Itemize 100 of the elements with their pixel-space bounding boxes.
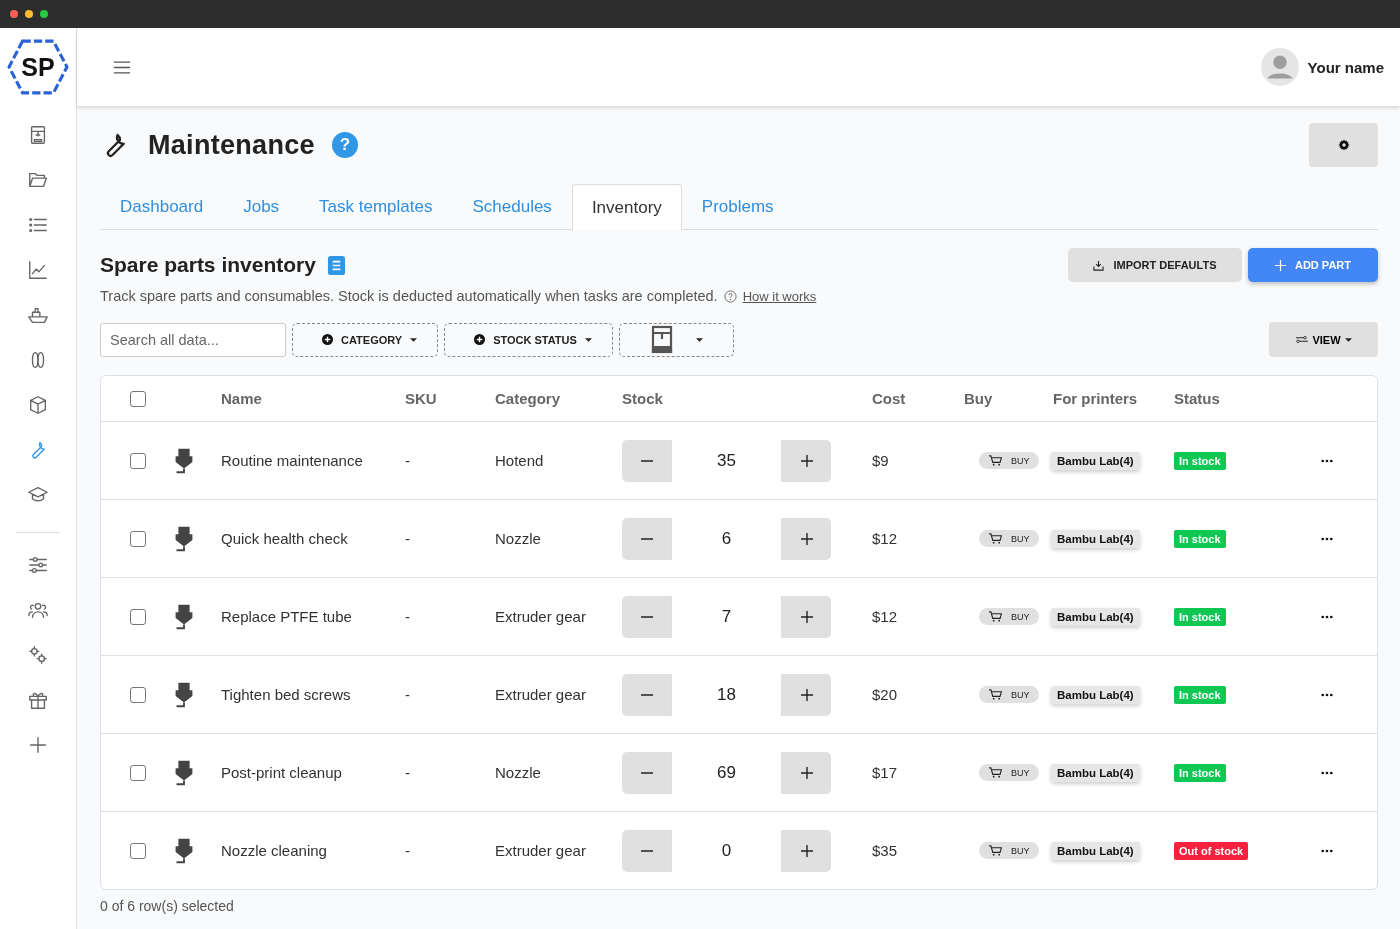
toggle-icon — [1295, 335, 1309, 344]
caret-icon — [695, 337, 703, 342]
stock-field[interactable]: 6 — [671, 517, 782, 560]
printer-tag: Bambu Lab(4) — [1051, 685, 1140, 704]
plus-icon — [800, 532, 813, 545]
column-header: Cost — [872, 390, 906, 407]
maximize-dot[interactable] — [40, 10, 48, 18]
checkbox[interactable] — [130, 608, 146, 625]
section-title: Spare parts inventory — [100, 253, 316, 277]
sliders-icon[interactable] — [27, 554, 49, 576]
checkbox[interactable] — [130, 764, 146, 781]
plus-icon — [800, 766, 813, 779]
column-header: Stock — [622, 390, 663, 407]
table-cell: Nozzle — [495, 764, 541, 781]
printer-filter-button[interactable] — [618, 322, 734, 357]
checkbox[interactable] — [130, 842, 146, 859]
add-circle-icon — [322, 334, 333, 345]
minus-icon — [640, 771, 653, 774]
buy-button[interactable]: BUY — [979, 452, 1039, 469]
table-cell: Quick health check — [221, 530, 348, 547]
minus-icon — [640, 693, 653, 696]
plus-icon — [800, 454, 813, 467]
column-header: For printers — [1053, 390, 1138, 407]
table-cell: Extruder gear — [495, 842, 586, 859]
caret-icon — [1344, 337, 1352, 342]
tab[interactable]: Inventory — [571, 184, 682, 230]
cart-icon — [989, 845, 1002, 856]
printer-icon — [649, 324, 674, 355]
checkbox[interactable] — [130, 530, 146, 547]
cart-icon — [989, 689, 1002, 700]
cart-icon — [989, 611, 1002, 622]
buy-button[interactable]: BUY — [979, 608, 1039, 625]
table-cell: $9 — [872, 452, 889, 469]
close-dot[interactable] — [10, 10, 18, 18]
cart-icon — [989, 767, 1002, 778]
buy-button[interactable]: BUY — [979, 686, 1039, 703]
plus-icon — [800, 844, 813, 857]
column-header: SKU — [405, 390, 437, 407]
table-cell: Extruder gear — [495, 608, 586, 625]
printer-tag: Bambu Lab(4) — [1051, 529, 1140, 548]
checkbox[interactable] — [130, 452, 146, 469]
plus-icon[interactable] — [27, 734, 49, 756]
table-cell: Nozzle cleaning — [221, 842, 327, 859]
cube-icon[interactable] — [27, 394, 49, 416]
table-cell: - — [405, 530, 410, 547]
filter-button[interactable]: CATEGORY — [292, 322, 439, 357]
stock-field[interactable]: 69 — [671, 751, 782, 794]
table-cell: Hotend — [495, 452, 544, 469]
buy-button[interactable]: BUY — [979, 764, 1039, 781]
status-badge: In stock — [1174, 763, 1226, 782]
table-cell: - — [405, 686, 410, 703]
table-cell: $12 — [872, 608, 898, 625]
status-badge: In stock — [1174, 529, 1226, 548]
stock-field[interactable]: 35 — [671, 439, 782, 482]
minus-icon — [640, 849, 653, 852]
page-title: Maintenance — [148, 129, 315, 161]
checkbox[interactable] — [130, 390, 146, 407]
more-icon[interactable] — [1321, 770, 1333, 775]
table-cell: $12 — [872, 530, 898, 547]
filter-button[interactable]: STOCK STATUS — [444, 322, 613, 357]
more-icon[interactable] — [1321, 692, 1333, 697]
table-cell: - — [405, 764, 410, 781]
caret-icon — [410, 337, 418, 342]
more-icon[interactable] — [1321, 614, 1333, 619]
printer-tag: Bambu Lab(4) — [1051, 841, 1140, 860]
more-icon[interactable] — [1321, 536, 1333, 541]
table-cell: - — [405, 608, 410, 625]
section-description: Track spare parts and consumables. Stock is deducted automatically when tasks are completed. — [100, 288, 718, 304]
cart-icon — [989, 533, 1002, 544]
settings-button[interactable] — [1309, 123, 1378, 167]
cart-icon — [989, 455, 1002, 466]
help-icon — [723, 289, 737, 303]
minus-icon — [640, 615, 653, 618]
buy-button[interactable]: BUY — [979, 530, 1039, 547]
status-badge: In stock — [1174, 685, 1226, 704]
logo[interactable]: SP — [7, 38, 69, 96]
checkbox[interactable] — [130, 686, 146, 703]
table-cell: Post-print cleanup — [221, 764, 342, 781]
view-button[interactable]: VIEW — [1269, 322, 1378, 357]
gears-icon[interactable] — [27, 644, 49, 666]
how-it-works-link[interactable]: How it works — [742, 288, 817, 304]
more-icon[interactable] — [1321, 848, 1333, 853]
chart-icon[interactable] — [27, 259, 49, 281]
import-button[interactable]: IMPORT DEFAULTS — [1068, 248, 1242, 282]
user-name[interactable]: Your name — [1307, 58, 1384, 76]
menu-icon[interactable] — [113, 59, 131, 75]
selection-count: 0 of 6 row(s) selected — [100, 898, 234, 914]
stock-field[interactable]: 0 — [671, 829, 782, 872]
stock-field[interactable]: 18 — [671, 673, 782, 716]
add-circle-icon — [474, 334, 486, 345]
status-badge: In stock — [1174, 607, 1226, 626]
minimize-dot[interactable] — [25, 10, 33, 18]
status-badge: In stock — [1174, 451, 1226, 470]
column-header: Name — [221, 390, 262, 407]
avatar-icon[interactable] — [1260, 48, 1299, 86]
column-header: Status — [1174, 390, 1220, 407]
more-icon[interactable] — [1321, 458, 1333, 463]
stock-field[interactable]: 7 — [671, 595, 782, 638]
search-field[interactable]: Search all data... — [100, 322, 286, 357]
buy-button[interactable]: BUY — [979, 842, 1039, 859]
